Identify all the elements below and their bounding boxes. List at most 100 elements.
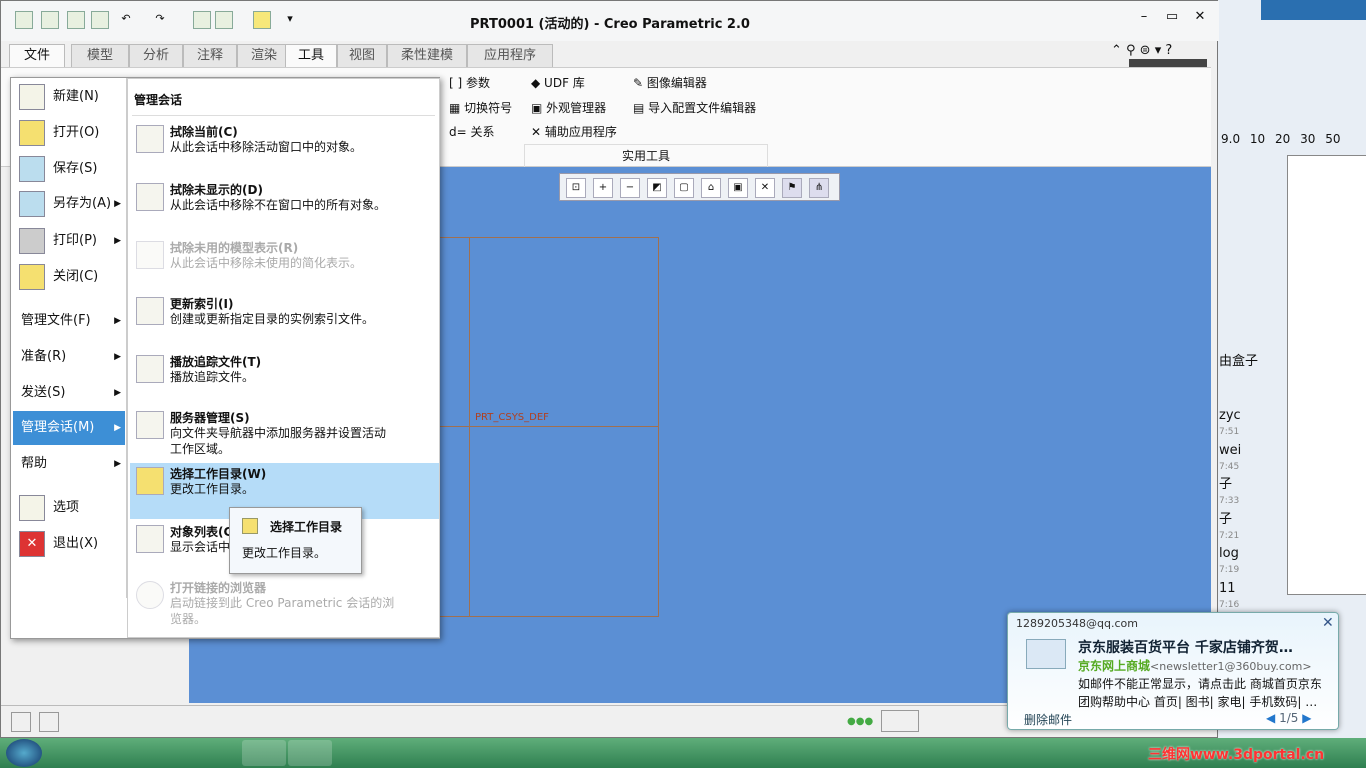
- spin-center-icon[interactable]: ⋔: [809, 178, 829, 198]
- list-item[interactable]: 11 7:16: [1219, 579, 1241, 614]
- tab-view[interactable]: 视图: [337, 44, 387, 68]
- browser-toggle-icon[interactable]: [39, 712, 59, 732]
- menu-close[interactable]: 关闭(C): [13, 260, 125, 294]
- close-button[interactable]: ✕: [1189, 9, 1211, 25]
- repaint-icon[interactable]: ◩: [647, 178, 667, 198]
- update-index-item[interactable]: 更新索引(I) 创建或更新指定目录的实例索引文件。: [130, 293, 439, 345]
- relations-button[interactable]: d= 关系: [449, 123, 495, 140]
- mail-subject[interactable]: 京东服装百货平台 千家店铺齐贺…: [1078, 637, 1293, 657]
- envelope-icon: [1026, 639, 1066, 669]
- list-item[interactable]: log 7:19: [1219, 544, 1241, 579]
- tab-annotate[interactable]: 注释: [183, 44, 237, 68]
- menu-prepare[interactable]: 准备(R) ▶: [13, 340, 125, 374]
- erase-current-icon: [136, 125, 164, 153]
- erase-current-item[interactable]: 拭除当前(C) 从此会话中移除活动窗口中的对象。: [130, 121, 439, 165]
- refit-icon[interactable]: ⊡: [566, 178, 586, 198]
- auxiliary-apps-button[interactable]: ✕ 辅助应用程序: [531, 123, 617, 140]
- erase-not-displayed-item[interactable]: 拭除未显示的(D) 从此会话中移除不在窗口中的所有对象。: [130, 179, 439, 231]
- menu-help[interactable]: 帮助 ▶: [13, 447, 125, 481]
- title: 拭除未用的模型表示(R): [170, 241, 299, 255]
- parameters-button[interactable]: [ ] 参数: [449, 74, 490, 91]
- list-item[interactable]: 子 7:21: [1219, 510, 1241, 545]
- tab-applications[interactable]: 应用程序: [467, 44, 553, 68]
- annotation-display-icon[interactable]: ⚑: [782, 178, 802, 198]
- label: UDF 库: [544, 76, 585, 90]
- datum-display-icon[interactable]: ✕: [755, 178, 775, 198]
- bg-scale-numbers: 9.0 10 20 30 50: [1221, 132, 1341, 146]
- udf-library-button[interactable]: ◆ UDF 库: [531, 74, 585, 91]
- menu-save-as[interactable]: 另存为(A) ▶: [13, 187, 125, 221]
- find-icon[interactable]: [881, 710, 919, 732]
- scale-num: 9.0: [1221, 132, 1241, 146]
- list-item[interactable]: zyc 7:51: [1219, 406, 1241, 441]
- label: 打开(O): [53, 125, 100, 140]
- desc: 从此会话中移除活动窗口中的对象。: [170, 140, 363, 154]
- menu-save[interactable]: 保存(S): [13, 152, 125, 186]
- prev-icon[interactable]: ◀: [1266, 711, 1275, 725]
- start-button[interactable]: [6, 739, 42, 767]
- server-management-item[interactable]: 服务器管理(S) 向文件夹导航器中添加服务器并设置活动工作区域。: [130, 407, 439, 459]
- zoom-out-icon[interactable]: −: [620, 178, 640, 198]
- tab-flexible-modeling[interactable]: 柔性建模: [387, 44, 467, 68]
- menu-manage-file[interactable]: 管理文件(F) ▶: [13, 304, 125, 338]
- image-editor-button[interactable]: ✎ 图像编辑器: [633, 74, 707, 91]
- maximize-button[interactable]: ▭: [1161, 9, 1183, 25]
- menu-print[interactable]: 打印(P) ▶: [13, 224, 125, 258]
- tab-analysis[interactable]: 分析: [129, 44, 183, 68]
- list-item[interactable]: wei 7:45: [1219, 441, 1241, 476]
- appearance-manager-button[interactable]: ▣ 外观管理器: [531, 99, 606, 116]
- taskbar-window[interactable]: [288, 740, 332, 766]
- mail-sender: 京东网上商城: [1078, 659, 1151, 673]
- bg-title-bar: [1261, 0, 1366, 20]
- menu-new[interactable]: 新建(N): [13, 80, 125, 114]
- tab-file[interactable]: 文件: [9, 44, 65, 68]
- zoom-in-icon[interactable]: +: [593, 178, 613, 198]
- menu-manage-session[interactable]: 管理会话(M) ▶: [13, 411, 125, 445]
- taskbar-app[interactable]: [58, 740, 102, 766]
- menu-options[interactable]: 选项: [13, 491, 125, 525]
- menu-exit[interactable]: ✕ 退出(X): [13, 527, 125, 561]
- config-editor-button[interactable]: ▤ 导入配置文件编辑器: [633, 99, 756, 116]
- taskbar-360[interactable]: [196, 740, 240, 766]
- label: 辅助应用程序: [544, 125, 617, 139]
- scale-num: 20: [1275, 132, 1291, 146]
- datum-plane-line: [469, 237, 470, 617]
- minimize-button[interactable]: –: [1133, 9, 1155, 25]
- list-item[interactable]: 子 7:33: [1219, 475, 1241, 510]
- delete-mail-link[interactable]: 删除邮件: [1024, 711, 1072, 728]
- view-manager-icon[interactable]: ▣: [728, 178, 748, 198]
- display-style-icon[interactable]: ▢: [674, 178, 694, 198]
- label: 外观管理器: [546, 101, 607, 115]
- tab-model[interactable]: 模型: [71, 44, 129, 68]
- csys-label: PRT_CSYS_DEF: [475, 412, 549, 423]
- saved-orientations-icon[interactable]: ⌂: [701, 178, 721, 198]
- open-linked-browser-item[interactable]: 打开链接的浏览器 启动链接到此 Creo Parametric 会话的浏览器。: [130, 577, 439, 633]
- bg-dropdown[interactable]: 由盒子: [1219, 350, 1258, 369]
- help-icons[interactable]: ⌃ ⚲ ⊜ ▾ ?: [1111, 43, 1172, 58]
- navigator-toggle-icon[interactable]: [11, 712, 31, 732]
- list-item-name: 子: [1219, 477, 1233, 492]
- taskbar-ie[interactable]: [150, 740, 194, 766]
- label: 导入配置文件编辑器: [648, 101, 757, 115]
- desc: 启动链接到此 Creo Parametric 会话的浏览器。: [170, 596, 395, 626]
- menu-open[interactable]: 打开(O): [13, 116, 125, 150]
- erase-unused-reps-item[interactable]: 拭除未用的模型表示(R) 从此会话中移除未使用的简化表示。: [130, 237, 439, 277]
- exit-icon: ✕: [19, 531, 45, 557]
- label: 关闭(C): [53, 269, 99, 284]
- desc: 从此会话中移除不在窗口中的所有对象。: [170, 198, 387, 212]
- tab-tools[interactable]: 工具: [285, 44, 337, 68]
- play-trail-item[interactable]: 播放追踪文件(T) 播放追踪文件。: [130, 351, 439, 391]
- list-item-name: log: [1219, 546, 1239, 561]
- switch-symbols-button[interactable]: ▦ 切换符号: [449, 99, 512, 116]
- label: 发送(S): [21, 385, 66, 400]
- tab-render[interactable]: 渲染: [237, 44, 291, 68]
- open-icon: [19, 120, 45, 146]
- menu-send[interactable]: 发送(S) ▶: [13, 376, 125, 410]
- title: 选择工作目录(W): [170, 467, 267, 481]
- next-icon[interactable]: ▶: [1302, 711, 1311, 725]
- options-icon: [19, 495, 45, 521]
- desc: 更改工作目录。: [170, 482, 255, 496]
- taskbar-creo[interactable]: [242, 740, 286, 766]
- taskbar-explorer[interactable]: [104, 740, 148, 766]
- close-icon[interactable]: ✕: [1322, 615, 1334, 631]
